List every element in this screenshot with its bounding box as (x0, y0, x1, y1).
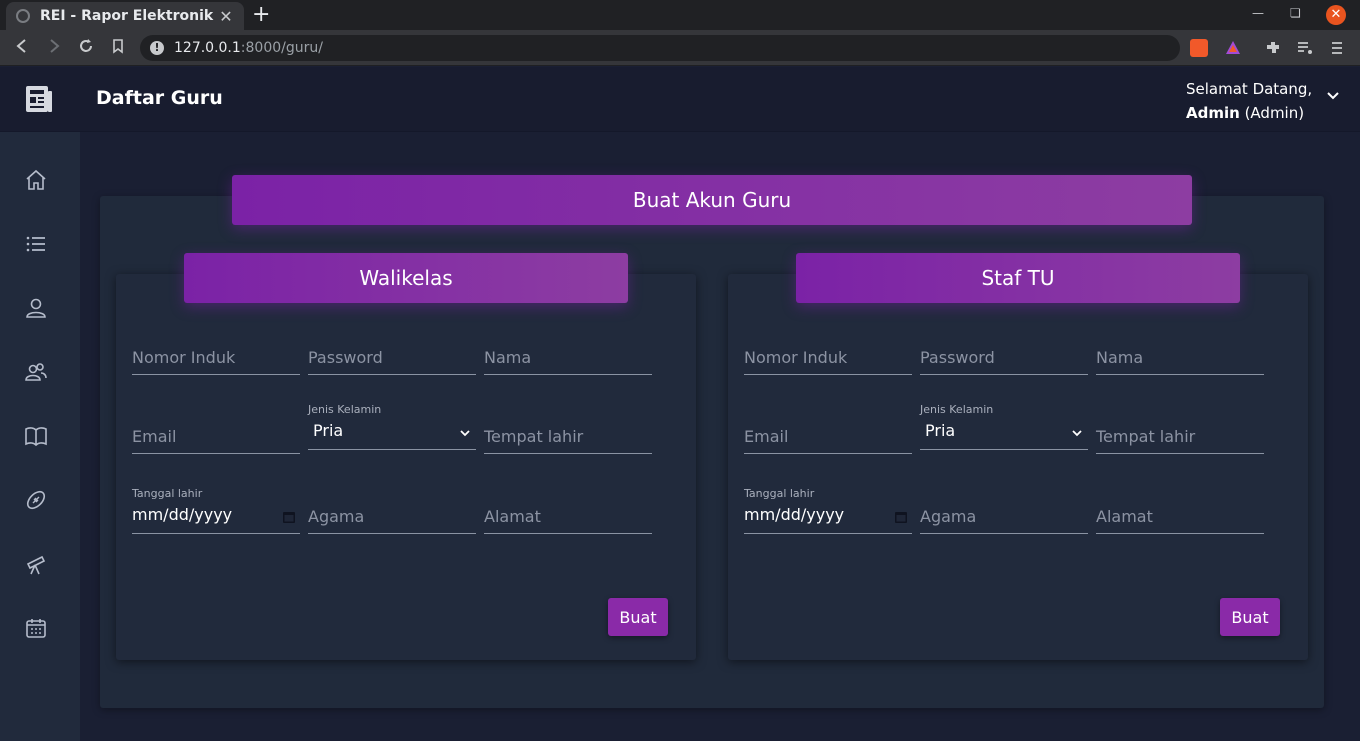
back-icon[interactable] (12, 38, 32, 58)
forward-icon[interactable] (44, 38, 64, 58)
tanggal-lahir-value: mm/dd/yyyy (132, 505, 233, 524)
page-title: Daftar Guru (96, 87, 223, 109)
chevron-down-icon[interactable] (1324, 87, 1342, 105)
reload-icon[interactable] (76, 38, 96, 58)
nomor-induk-placeholder: Nomor Induk (744, 348, 848, 367)
browser-tabbar: REI - Rapor Elektronik ✕ + — ❏ ✕ (0, 0, 1360, 30)
browser-tab[interactable]: REI - Rapor Elektronik ✕ (6, 2, 244, 30)
telescope-icon[interactable] (24, 552, 48, 576)
new-tab-button[interactable]: + (252, 3, 270, 27)
agama-input[interactable]: Agama (308, 494, 476, 534)
card-title: Buat Akun Guru (232, 175, 1192, 225)
tanggal-lahir-value: mm/dd/yyyy (744, 505, 845, 524)
tempat-lahir-input[interactable]: Tempat lahir (1096, 414, 1264, 454)
alamat-placeholder: Alamat (484, 507, 541, 526)
email-placeholder: Email (132, 427, 177, 446)
football-icon[interactable] (24, 488, 48, 512)
jenis-kelamin-value: Pria (925, 421, 956, 440)
calendar-icon[interactable] (24, 616, 48, 640)
restore-icon[interactable]: ❏ (1290, 6, 1301, 20)
window-close-button[interactable]: ✕ (1326, 5, 1346, 25)
chevron-down-icon (1072, 430, 1082, 437)
media-icon[interactable] (1296, 39, 1314, 57)
nama-input[interactable]: Nama (1096, 335, 1264, 375)
users-icon[interactable] (24, 360, 48, 384)
jenis-kelamin-select[interactable]: Jenis Kelamin Pria (308, 403, 476, 450)
tempat-lahir-input[interactable]: Tempat lahir (484, 414, 652, 454)
jenis-kelamin-select[interactable]: Jenis Kelamin Pria (920, 403, 1088, 450)
nama-placeholder: Nama (1096, 348, 1144, 367)
menu-icon[interactable] (1328, 39, 1346, 57)
email-placeholder: Email (744, 427, 789, 446)
nomor-induk-input[interactable]: Nomor Induk (744, 335, 912, 375)
book-icon[interactable] (24, 424, 48, 448)
url-host: 127.0.0.1 (174, 40, 241, 56)
jenis-kelamin-label: Jenis Kelamin (920, 403, 994, 416)
user-name: Admin (1186, 104, 1240, 122)
site-info-icon[interactable]: ! (150, 41, 164, 55)
walikelas-form-title: Walikelas (184, 253, 628, 303)
home-icon[interactable] (24, 168, 48, 192)
alamat-placeholder: Alamat (1096, 507, 1153, 526)
tanggal-lahir-label: Tanggal lahir (744, 487, 815, 500)
welcome-text: Selamat Datang, (1186, 80, 1313, 98)
tab-close-button[interactable]: ✕ (218, 7, 234, 26)
nomor-induk-input[interactable]: Nomor Induk (132, 335, 300, 375)
minimize-icon[interactable]: — (1252, 6, 1264, 20)
user-role: (Admin) (1244, 104, 1305, 122)
nomor-induk-placeholder: Nomor Induk (132, 348, 236, 367)
alamat-input[interactable]: Alamat (1096, 494, 1264, 534)
password-placeholder: Password (308, 348, 383, 367)
tempat-lahir-placeholder: Tempat lahir (484, 427, 584, 446)
calendar-icon[interactable] (894, 510, 908, 524)
tanggal-lahir-input[interactable]: Tanggal lahir mm/dd/yyyy (132, 487, 300, 534)
tanggal-lahir-input[interactable]: Tanggal lahir mm/dd/yyyy (744, 487, 912, 534)
bookmark-icon[interactable] (108, 38, 128, 58)
tempat-lahir-placeholder: Tempat lahir (1096, 427, 1196, 446)
url-path: :8000/guru/ (240, 40, 323, 56)
browser-toolbar: ! 127.0.0.1:8000/guru/ (0, 30, 1360, 66)
nama-input[interactable]: Nama (484, 335, 652, 375)
nama-placeholder: Nama (484, 348, 532, 367)
password-placeholder: Password (920, 348, 995, 367)
newspaper-logo-icon[interactable] (24, 83, 54, 115)
address-bar[interactable]: ! 127.0.0.1:8000/guru/ (140, 35, 1180, 61)
agama-placeholder: Agama (308, 507, 365, 526)
password-input[interactable]: Password (308, 335, 476, 375)
agama-input[interactable]: Agama (920, 494, 1088, 534)
staf-tu-form-title: Staf TU (796, 253, 1240, 303)
agama-placeholder: Agama (920, 507, 977, 526)
globe-icon (16, 9, 30, 23)
user-greeting[interactable]: Selamat Datang, Admin (Admin) (1186, 77, 1312, 125)
app-header: Daftar Guru Selamat Datang, Admin (Admin… (0, 67, 1360, 132)
buat-staf-tu-button[interactable]: Buat (1220, 598, 1280, 636)
calendar-icon[interactable] (282, 510, 296, 524)
brave-rewards-icon[interactable] (1224, 39, 1242, 57)
chevron-down-icon (460, 430, 470, 437)
alamat-input[interactable]: Alamat (484, 494, 652, 534)
jenis-kelamin-value: Pria (313, 421, 344, 440)
tanggal-lahir-label: Tanggal lahir (132, 487, 203, 500)
email-input[interactable]: Email (744, 414, 912, 454)
email-input[interactable]: Email (132, 414, 300, 454)
password-input[interactable]: Password (920, 335, 1088, 375)
jenis-kelamin-label: Jenis Kelamin (308, 403, 382, 416)
extensions-icon[interactable] (1264, 39, 1282, 57)
sidebar (0, 132, 80, 741)
list-icon[interactable] (24, 232, 48, 256)
user-icon[interactable] (24, 296, 48, 320)
brave-shield-icon[interactable] (1190, 39, 1208, 57)
buat-walikelas-button[interactable]: Buat (608, 598, 668, 636)
tab-title: REI - Rapor Elektronik (40, 8, 214, 24)
